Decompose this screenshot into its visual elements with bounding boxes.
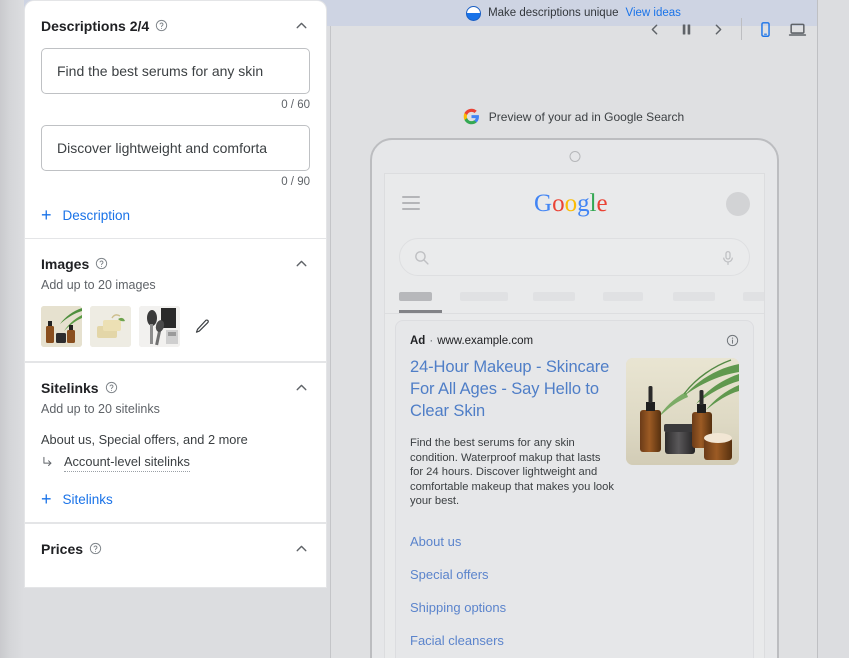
left-gutter	[0, 0, 24, 658]
preview-caption: Preview of your ad in Google Search	[330, 108, 817, 125]
ad-body: 24-Hour Makeup - Skincare For All Ages -…	[410, 356, 739, 509]
ad-text-column: 24-Hour Makeup - Skincare For All Ages -…	[410, 356, 616, 509]
chevron-up-icon[interactable]	[293, 379, 310, 396]
images-subtitle: Add up to 20 images	[41, 278, 310, 292]
description-input-1[interactable]: Find the best serums for any skin	[41, 48, 310, 94]
sitelinks-card: Sitelinks Add up to 20 sitelinks About u…	[24, 362, 327, 523]
ad-product-image	[626, 358, 739, 465]
google-g-icon	[463, 108, 480, 125]
chevron-up-icon[interactable]	[293, 17, 310, 34]
chevron-up-icon[interactable]	[293, 540, 310, 557]
preview-caption-text: Preview of your ad in Google Search	[489, 110, 684, 124]
account-level-sitelinks-row[interactable]: Account-level sitelinks	[41, 454, 310, 472]
right-gutter	[817, 0, 849, 658]
subdirectory-arrow-icon	[41, 455, 55, 472]
google-nav-tabs	[385, 286, 764, 312]
account-level-sitelinks-label: Account-level sitelinks	[64, 454, 190, 472]
phone-camera-icon	[569, 151, 580, 162]
makeup-brushes-thumbnail[interactable]	[139, 306, 180, 347]
banner-text: Make descriptions unique	[488, 7, 618, 19]
add-sitelinks-label: Sitelinks	[63, 492, 113, 507]
plus-icon: +	[41, 206, 52, 224]
nav-divider	[385, 313, 764, 314]
mobile-device-icon[interactable]	[749, 14, 781, 44]
descriptions-card: Descriptions 2/4 Find the best serums fo…	[24, 0, 327, 238]
help-icon[interactable]	[155, 19, 168, 32]
hamburger-menu-icon[interactable]	[402, 196, 420, 214]
sitelinks-title: Sitelinks	[41, 380, 99, 396]
sitelinks-summary: About us, Special offers, and 2 more	[41, 432, 310, 447]
add-sitelinks-button[interactable]: + Sitelinks	[41, 490, 310, 508]
ad-sitelinks: About us Special offers Shipping options…	[410, 525, 739, 657]
descriptions-header: Descriptions 2/4	[41, 17, 310, 34]
google-search-header: Google	[385, 174, 764, 236]
nav-tab-placeholder-6[interactable]	[743, 292, 765, 301]
help-icon[interactable]	[89, 542, 102, 555]
search-icon	[413, 249, 430, 271]
images-title: Images	[41, 256, 89, 272]
ad-sitelink[interactable]: Special offers	[410, 558, 739, 591]
sitelinks-subtitle: Add up to 20 sitelinks	[41, 402, 310, 416]
preview-controls	[638, 14, 813, 44]
plus-icon: +	[41, 490, 52, 508]
images-card: Images Add up to 20 images	[24, 238, 327, 362]
description-counter-2: 0 / 90	[41, 176, 310, 188]
nav-tab-placeholder-4[interactable]	[603, 292, 643, 301]
prices-card: Prices	[24, 523, 327, 588]
ad-sitelink[interactable]: Facial cleansers	[410, 624, 739, 657]
add-description-label: Description	[63, 208, 131, 223]
nav-tab-placeholder-1[interactable]	[399, 292, 432, 301]
next-icon[interactable]	[702, 14, 734, 44]
ad-label: Ad	[410, 335, 425, 347]
prices-header: Prices	[41, 540, 310, 557]
prices-title: Prices	[41, 541, 83, 557]
soap-bars-thumbnail[interactable]	[90, 306, 131, 347]
help-icon[interactable]	[105, 381, 118, 394]
nav-tab-placeholder-3[interactable]	[533, 292, 575, 301]
ad-sitelink[interactable]: Shipping options	[410, 591, 739, 624]
phone-mockup: Google	[370, 138, 779, 658]
nav-tab-placeholder-5[interactable]	[673, 292, 715, 301]
description-counter-1: 0 / 60	[41, 99, 310, 111]
serum-bottles-thumbnail[interactable]	[41, 306, 82, 347]
pencil-icon[interactable]	[194, 318, 211, 335]
help-icon[interactable]	[95, 257, 108, 270]
asset-sidebar: Descriptions 2/4 Find the best serums fo…	[24, 0, 327, 658]
chevron-up-icon[interactable]	[293, 255, 310, 272]
desktop-device-icon[interactable]	[781, 14, 813, 44]
app-root: Make descriptions unique View ideas Prev…	[0, 0, 849, 658]
google-search-input[interactable]	[399, 238, 750, 276]
ad-preview-card: Ad · www.example.com 24-Hour Makeup - Sk…	[395, 320, 754, 658]
svg-text:Google: Google	[534, 190, 608, 217]
nav-tab-placeholder-2[interactable]	[460, 292, 508, 301]
images-header: Images	[41, 255, 310, 272]
image-thumbnails	[41, 306, 310, 347]
add-description-button[interactable]: + Description	[41, 206, 310, 224]
ad-info-icon[interactable]	[726, 334, 739, 352]
description-input-2[interactable]: Discover lightweight and comforta	[41, 125, 310, 171]
half-circle-icon	[466, 6, 481, 21]
ad-headline[interactable]: 24-Hour Makeup - Skincare For All Ages -…	[410, 356, 616, 422]
previous-icon[interactable]	[638, 14, 670, 44]
user-avatar[interactable]	[726, 192, 750, 216]
ad-sitelink[interactable]: About us	[410, 525, 739, 558]
ad-display-url: www.example.com	[437, 335, 533, 347]
phone-screen: Google	[384, 173, 765, 658]
descriptions-title: Descriptions 2/4	[41, 18, 149, 34]
ad-description: Find the best serums for any skin condit…	[410, 436, 616, 509]
microphone-icon[interactable]	[720, 248, 736, 273]
ad-separator: ·	[429, 335, 433, 347]
controls-divider	[741, 18, 742, 40]
google-wordmark: Google	[534, 190, 616, 223]
pause-icon[interactable]	[670, 14, 702, 44]
sitelinks-header: Sitelinks	[41, 379, 310, 396]
ad-url-row: Ad · www.example.com	[410, 335, 739, 347]
